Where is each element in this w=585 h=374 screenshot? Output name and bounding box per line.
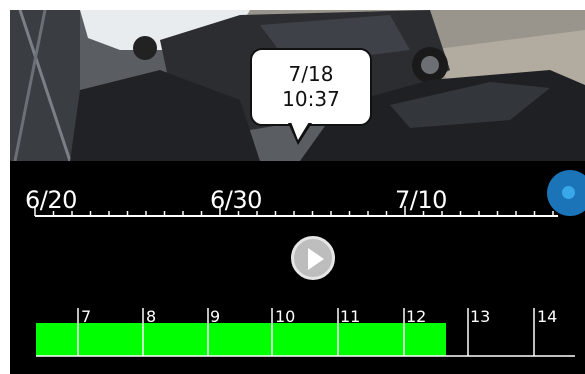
timestamp-date: 7/18 xyxy=(288,62,334,86)
timestamp-time: 10:37 xyxy=(282,87,340,111)
playback-screen: 7/18 10:37 6/20 6/30 7/10 7 8 9 10 11 12… xyxy=(10,10,585,374)
hour-label-9: 9 xyxy=(210,307,221,326)
hour-timeline[interactable] xyxy=(10,290,585,370)
hour-label-8: 8 xyxy=(146,307,157,326)
hour-label-13: 13 xyxy=(470,307,491,326)
hour-label-12: 12 xyxy=(406,307,427,326)
hour-label-11: 11 xyxy=(340,307,361,326)
date-ruler[interactable] xyxy=(10,200,585,230)
hour-label-7: 7 xyxy=(81,307,92,326)
timestamp-bubble: 7/18 10:37 xyxy=(250,48,372,126)
date-slider-knob[interactable] xyxy=(547,170,585,216)
play-icon xyxy=(308,248,324,270)
hour-label-14: 14 xyxy=(537,307,558,326)
hour-label-10: 10 xyxy=(275,307,296,326)
recording-segment xyxy=(36,323,446,356)
play-button[interactable] xyxy=(291,236,335,280)
slider-knob-dot xyxy=(562,186,575,199)
